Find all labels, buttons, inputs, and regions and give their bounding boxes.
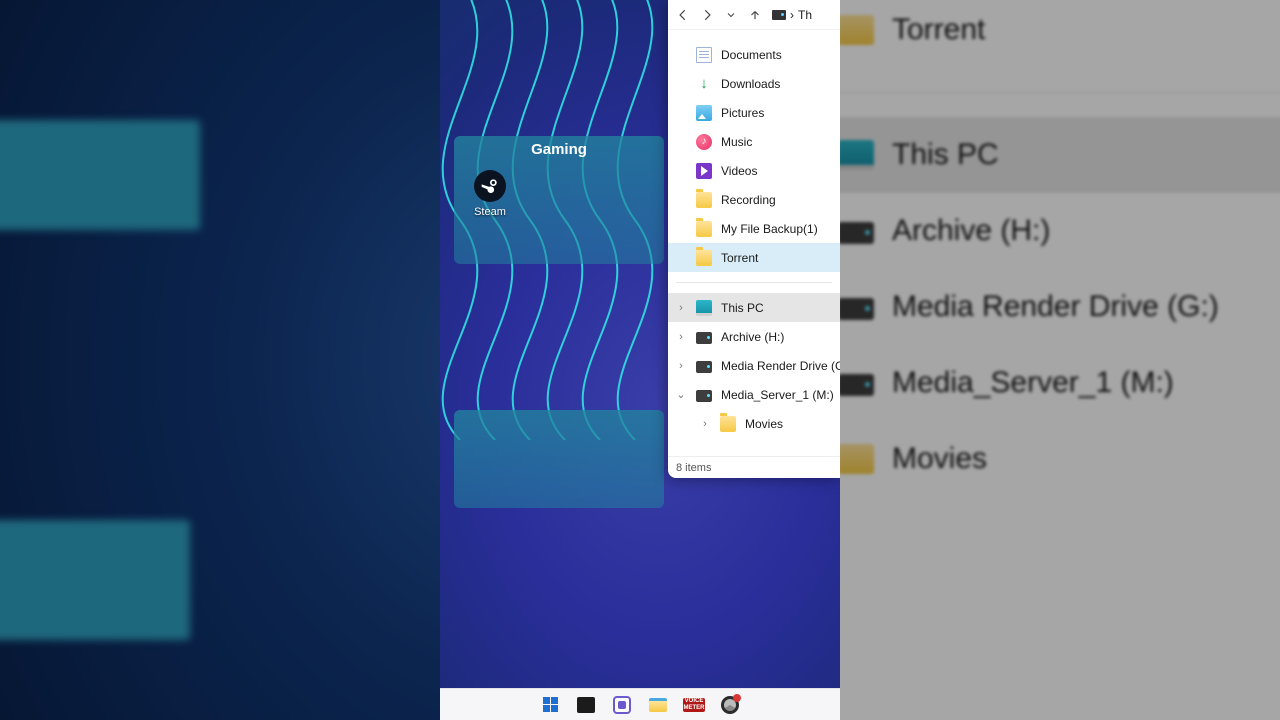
navtree-label: Archive (H:) [721,330,784,344]
desktop-wallpaper: Gaming Steam [440,0,840,688]
chevron-right-icon[interactable]: › [674,331,688,343]
file-explorer-window: › Th Documents ↓ Downloads Pictures Music Vid… [668,0,840,478]
folder-icon [840,15,874,45]
document-icon [696,47,712,63]
quick-access-item[interactable]: Pictures [668,98,840,127]
zoom-separator [840,92,1280,93]
drive-icon [696,361,712,373]
zoom-navtree-item: Archive (H:) [840,193,1280,269]
zoom-navtree-label: Archive (H:) [892,214,1050,248]
download-icon: ↓ [696,76,712,92]
status-bar: 8 items [668,456,840,478]
navtree-label: This PC [721,301,764,315]
navtree-label: Movies [745,417,783,431]
right-backdrop: Torrent This PC Archive (H:) Media Render D… [840,0,1280,720]
explorer-navpane: Documents ↓ Downloads Pictures Music Videos Re… [668,30,840,456]
breadcrumb-sep: › [790,8,794,22]
folder-icon [696,250,712,266]
zoom-navtree-item: Media Render Drive (G:) [840,269,1280,345]
taskbar-obs[interactable] [715,692,745,718]
taskbar-voicemeeter[interactable]: VOICE METER [679,692,709,718]
quick-access-item[interactable]: ↓ Downloads [668,69,840,98]
navtree-subitem[interactable]: › Movies [668,409,840,438]
quick-access-item[interactable]: Music [668,127,840,156]
pc-icon [840,140,874,170]
zoom-navtree-item: Torrent [840,0,1280,68]
drive-icon [696,332,712,344]
zoom-navtree-label: Media Render Drive (G:) [892,290,1219,324]
taskbar-camera-app[interactable] [607,692,637,718]
zoom-navtree-label: Movies [892,442,987,476]
left-backdrop [0,0,440,720]
zoom-navtree-label: Media_Server_1 (M:) [892,366,1174,400]
navtree-label: Media Render Drive (G:) [721,359,840,373]
steam-icon [474,170,506,202]
navtree-item[interactable]: ⌄ Media_Server_1 (M:) [668,380,840,409]
chevron-right-icon[interactable]: › [674,302,688,314]
nav-recent-button[interactable] [720,4,742,26]
quick-access-item[interactable]: Documents [668,40,840,69]
quick-access-item[interactable]: Videos [668,156,840,185]
navtree-item[interactable]: › Media Render Drive (G:) [668,351,840,380]
chevron-right-icon[interactable]: › [674,360,688,372]
taskbar: VOICE METER [440,688,840,720]
quick-access-item[interactable]: My File Backup(1) [668,214,840,243]
quick-access-label: Recording [721,193,776,207]
fence-secondary[interactable] [454,410,664,508]
navtree-item[interactable]: › This PC [668,293,840,322]
this-pc-icon [696,300,712,316]
address-breadcrumb[interactable]: › Th [772,8,812,22]
drive-icon [696,390,712,402]
start-button[interactable] [535,692,565,718]
quick-access-label: My File Backup(1) [721,222,818,236]
zoom-navtree-label: This PC [892,138,999,172]
quick-access-item[interactable]: Recording [668,185,840,214]
shortcut-label: Steam [474,206,506,218]
shortcut-steam[interactable]: Steam [458,170,522,218]
breadcrumb-text: Th [798,8,812,22]
drv-icon [840,374,874,396]
drv-icon [840,298,874,320]
folder-icon [696,221,712,237]
quick-access-label: Torrent [721,251,758,265]
zoom-navtree-item: This PC [840,117,1280,193]
status-item-count: 8 items [676,462,711,474]
folder-icon [840,444,874,474]
zoom-navtree-item: Media_Server_1 (M:) [840,345,1280,421]
taskbar-terminal[interactable] [571,692,601,718]
folder-icon [696,192,712,208]
quick-access-label: Pictures [721,106,764,120]
chevron-right-icon[interactable]: › [698,418,712,430]
quick-access-label: Music [721,135,752,149]
fence-gaming[interactable]: Gaming Steam [454,136,664,264]
center-portrait: Gaming Steam [440,0,840,720]
navpane-separator [676,282,832,283]
quick-access-label: Documents [721,48,782,62]
navtree-label: Media_Server_1 (M:) [721,388,834,402]
videos-icon [696,163,712,179]
taskbar-explorer[interactable] [643,692,673,718]
folder-icon [720,416,736,432]
fence-title: Gaming [454,136,664,163]
navtree-item[interactable]: › Archive (H:) [668,322,840,351]
explorer-nav-bar: › Th [668,0,840,30]
quick-access-label: Downloads [721,77,780,91]
music-icon [696,134,712,150]
chevron-down-icon[interactable]: ⌄ [674,388,688,401]
pictures-icon [696,105,712,121]
zoom-navtree-item: Movies [840,421,1280,497]
quick-access-item[interactable]: Torrent [668,243,840,272]
nav-forward-button[interactable] [696,4,718,26]
zoom-navtree-label: Torrent [892,13,985,47]
drv-icon [840,222,874,244]
nav-up-button[interactable] [744,4,766,26]
nav-back-button[interactable] [672,4,694,26]
quick-access-label: Videos [721,164,757,178]
drive-icon [772,10,786,20]
